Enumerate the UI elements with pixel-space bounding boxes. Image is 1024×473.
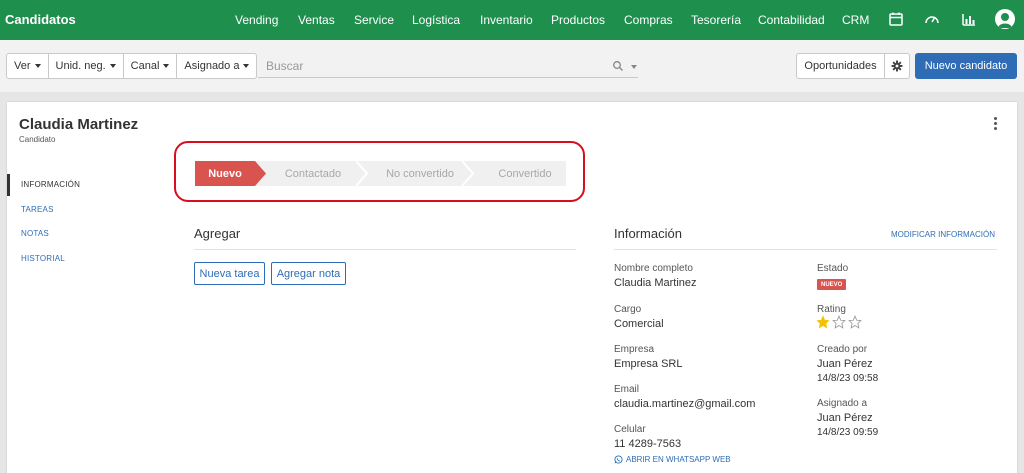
new-task-button[interactable]: Nueva tarea — [194, 262, 265, 285]
phone-label: Celular — [614, 424, 646, 435]
assigned-to-value: Juan Pérez — [817, 412, 873, 424]
whatsapp-icon — [614, 455, 623, 464]
search-options-caret-icon[interactable] — [631, 65, 637, 69]
phone-value: 11 4289-7563 — [614, 438, 682, 450]
add-section-title: Agregar — [194, 226, 241, 241]
modify-info-link[interactable]: MODIFICAR INFORMACIÓN — [891, 230, 995, 239]
nav-crm[interactable]: CRM — [842, 13, 869, 27]
filter-asignado-button[interactable]: Asignado a — [177, 54, 256, 78]
company-value: Empresa SRL — [614, 358, 683, 370]
filter-button-group: Ver Unid. neg. Canal Asignado a — [6, 53, 258, 79]
nav-logistica[interactable]: Logística — [412, 13, 460, 27]
more-options-icon[interactable] — [993, 117, 999, 131]
record-type: Candidato — [19, 135, 56, 144]
full-name-value: Claudia Martinez — [614, 277, 697, 289]
star-empty-icon[interactable] — [848, 315, 862, 329]
status-step-no-convertido[interactable]: No convertido — [366, 161, 474, 186]
divider — [194, 249, 576, 250]
nav-productos[interactable]: Productos — [551, 13, 605, 27]
nav-compras[interactable]: Compras — [624, 13, 673, 27]
role-value: Comercial — [614, 318, 664, 330]
search-icon[interactable] — [612, 60, 624, 72]
filter-ver-button[interactable]: Ver — [7, 54, 49, 78]
side-item-notas[interactable]: NOTAS — [21, 229, 49, 238]
nav-vending[interactable]: Vending — [235, 13, 278, 27]
role-label: Cargo — [614, 304, 642, 315]
filter-canal-button[interactable]: Canal — [124, 54, 178, 78]
created-at-value: 14/8/23 09:58 — [817, 373, 879, 384]
full-name-label: Nombre completo — [614, 263, 693, 274]
top-navbar: Candidatos Vending Ventas Service Logíst… — [0, 0, 1024, 40]
status-label: Estado — [817, 263, 849, 274]
nav-ventas[interactable]: Ventas — [298, 13, 335, 27]
app-title: Candidatos — [5, 12, 76, 27]
nav-service[interactable]: Service — [354, 13, 394, 27]
assigned-at-value: 14/8/23 09:59 — [817, 427, 879, 438]
created-by-value: Juan Pérez — [817, 358, 873, 370]
assigned-to-label: Asignado a — [817, 398, 868, 409]
opportunities-button[interactable]: Oportunidades — [796, 53, 885, 79]
created-by-label: Creado por — [817, 344, 868, 355]
side-item-historial[interactable]: HISTORIAL — [21, 254, 65, 263]
status-badge: NUEVO — [817, 279, 847, 290]
side-item-informacion[interactable]: INFORMACIÓN — [21, 180, 80, 189]
bar-chart-icon[interactable] — [961, 11, 977, 27]
nav-tesoreria[interactable]: Tesorería — [691, 13, 741, 27]
status-step-convertido[interactable]: Convertido — [478, 161, 572, 186]
divider — [614, 249, 997, 250]
gear-icon — [891, 60, 903, 72]
star-filled-icon[interactable] — [816, 315, 830, 329]
user-avatar-icon[interactable] — [995, 9, 1015, 29]
filter-unidad-negocio-button[interactable]: Unid. neg. — [49, 54, 124, 78]
caret-down-icon — [243, 64, 250, 68]
nav-inventario[interactable]: Inventario — [480, 13, 533, 27]
star-empty-icon[interactable] — [832, 315, 846, 329]
new-candidate-button[interactable]: Nuevo candidato — [915, 53, 1017, 79]
rating-label: Rating — [817, 304, 846, 315]
side-menu-active-indicator — [7, 174, 10, 196]
status-step-nuevo[interactable]: Nuevo — [195, 161, 255, 186]
caret-down-icon — [109, 64, 116, 68]
calendar-icon[interactable] — [888, 11, 904, 27]
caret-down-icon — [34, 64, 41, 68]
status-step-contactado[interactable]: Contactado — [268, 161, 358, 186]
dashboard-gauge-icon[interactable] — [924, 11, 940, 27]
settings-button[interactable] — [884, 53, 910, 79]
company-label: Empresa — [614, 344, 655, 355]
side-item-tareas[interactable]: TAREAS — [21, 205, 54, 214]
email-value: claudia.martinez@gmail.com — [614, 398, 756, 410]
search-input[interactable] — [258, 54, 638, 78]
info-section-title: Información — [614, 226, 682, 241]
open-whatsapp-link[interactable]: ABRIR EN WHATSAPP WEB — [614, 455, 731, 464]
add-note-button[interactable]: Agregar nota — [271, 262, 346, 285]
page-title: Claudia Martinez — [19, 116, 139, 133]
email-label: Email — [614, 384, 640, 395]
nav-contabilidad[interactable]: Contabilidad — [758, 13, 825, 27]
caret-down-icon — [163, 64, 170, 68]
